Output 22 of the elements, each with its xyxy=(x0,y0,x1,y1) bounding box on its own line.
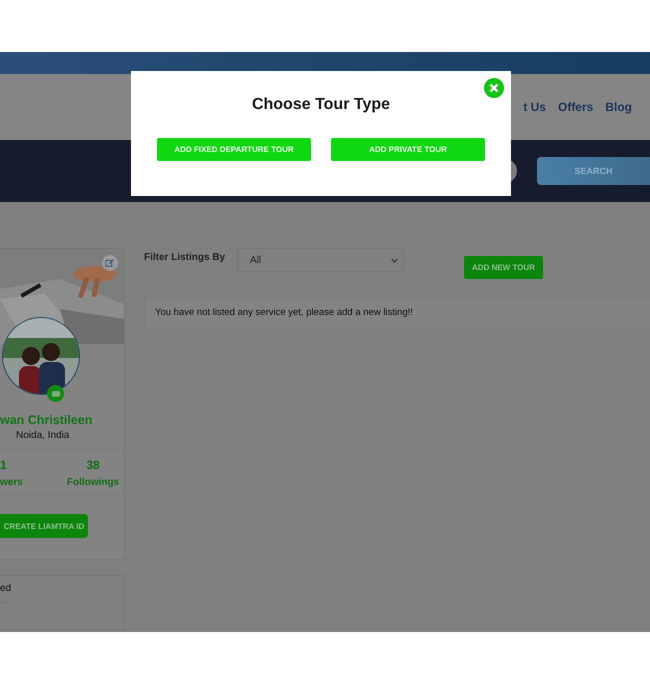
nav-link[interactable]: t Us xyxy=(523,100,546,114)
add-tour-button[interactable]: ADD NEW TOUR xyxy=(464,256,543,278)
empty-message: You have not listed any service yet, please add a new listing!! xyxy=(144,297,650,329)
camera-icon[interactable] xyxy=(47,385,64,402)
filter-select[interactable]: All xyxy=(237,248,404,272)
stat-count[interactable]: 1 xyxy=(0,458,7,472)
stat-count[interactable]: 38 xyxy=(86,458,100,472)
stat-label[interactable]: wers xyxy=(0,477,23,488)
modal-title: Choose Tour Type xyxy=(250,96,392,114)
profile-location: Noida, India xyxy=(15,430,70,441)
filter-label: Filter Listings By xyxy=(144,252,226,263)
tour-type-button[interactable]: ADD PRIVATE TOUR xyxy=(331,138,485,161)
nav-link[interactable]: Blog xyxy=(605,100,632,114)
create-id-button[interactable]: CREATE LIAMTRA ID xyxy=(0,514,88,538)
close-icon[interactable] xyxy=(484,78,504,98)
tour-type-button[interactable]: ADD FIXED DEPARTURE TOUR xyxy=(157,138,311,161)
nav-link[interactable]: Offers xyxy=(558,100,594,114)
search-button[interactable]: SEARCH xyxy=(537,157,650,185)
profile-name: wan Christileen xyxy=(0,413,94,427)
menu-item[interactable]: ed xyxy=(0,576,12,603)
stat-label[interactable]: Followings xyxy=(66,477,120,488)
chevron-down-icon xyxy=(391,258,398,262)
